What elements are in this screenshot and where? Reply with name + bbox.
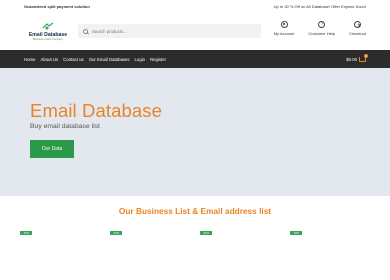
discount-badge: -70% xyxy=(290,231,302,235)
checkout-link[interactable]: Checkout xyxy=(349,21,366,36)
search-icon[interactable] xyxy=(83,28,88,34)
nav-item-login[interactable]: Login xyxy=(135,57,146,62)
my-account-label: My Account xyxy=(273,31,295,36)
megaphone-logo-icon xyxy=(41,22,55,31)
cart-button[interactable]: $0.00 0 xyxy=(346,53,368,62)
top-announcement-bar: Guaranteed split payment solution Up to … xyxy=(0,0,390,12)
search-input[interactable] xyxy=(92,28,242,34)
discount-badge: -67% xyxy=(20,231,32,235)
hero-banner: Email Database Buy email database list O… xyxy=(0,68,390,196)
hero-subtitle: Buy email database list xyxy=(30,123,100,130)
topbar-left-text: Guaranteed split payment solution xyxy=(24,3,90,9)
header-actions: My Account Customer Help Checkout xyxy=(260,21,366,36)
customer-help-label: Customer Help xyxy=(308,31,336,36)
customer-help-link[interactable]: Customer Help xyxy=(308,21,335,36)
cart-icon: 0 xyxy=(359,53,368,62)
nav-item-our-email-databases[interactable]: Our Email Databases xyxy=(89,57,130,62)
checkout-label: Checkout xyxy=(349,31,366,36)
cart-total: $0.00 xyxy=(346,56,357,62)
user-icon xyxy=(280,21,288,28)
cart-count-badge: 0 xyxy=(364,53,368,58)
search-bar xyxy=(78,24,261,38)
discount-badge: -67% xyxy=(110,231,122,235)
site-logo[interactable]: Email Database Business Leads Company xyxy=(24,22,72,41)
nav-item-contact-us[interactable]: Contact us xyxy=(63,57,84,62)
product-badges: -67% -67% -67% -70% xyxy=(0,231,390,235)
logo-subtitle: Business Leads Company xyxy=(32,37,64,41)
my-account-link[interactable]: My Account xyxy=(273,21,295,36)
discount-badge: -67% xyxy=(200,231,212,235)
hero-title: Email Database xyxy=(30,100,162,121)
nav-item-about-us[interactable]: About Us xyxy=(40,57,58,62)
help-icon xyxy=(318,21,326,28)
site-header: Email Database Business Leads Company My… xyxy=(0,12,390,50)
nav-item-home[interactable]: Home xyxy=(24,57,35,62)
nav-item-register[interactable]: Register xyxy=(150,57,166,62)
main-nav: Home About Us Contact us Our Email Datab… xyxy=(0,50,390,68)
checkout-icon xyxy=(354,21,362,28)
our-data-button[interactable]: Our Data xyxy=(30,140,74,158)
nav-items: Home About Us Contact us Our Email Datab… xyxy=(24,57,171,62)
business-list-section: Our Business List & Email address list -… xyxy=(0,196,390,235)
topbar-right-text: Up to 30 % Off on All Database! Offer Ex… xyxy=(273,3,366,9)
section-title: Our Business List & Email address list xyxy=(118,206,272,216)
